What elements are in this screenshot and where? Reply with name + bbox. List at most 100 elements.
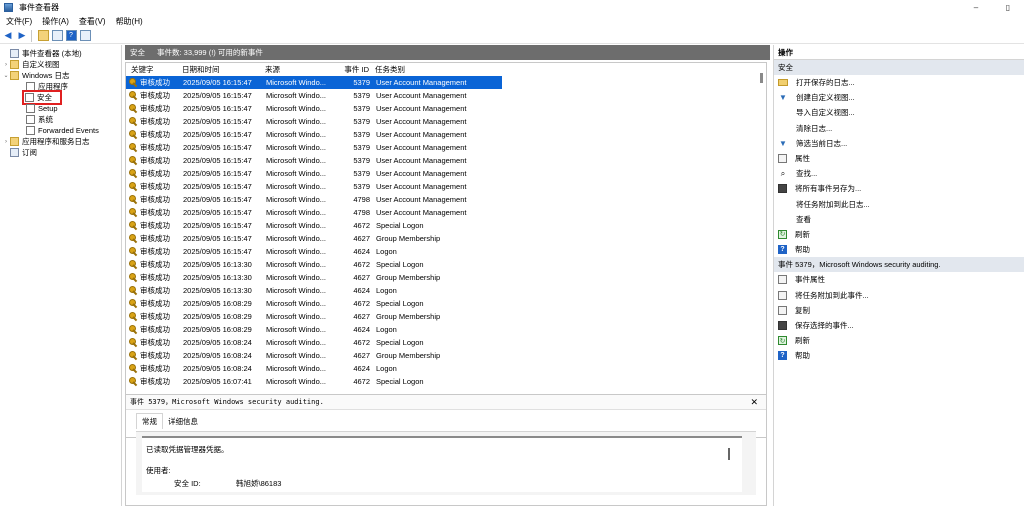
action-item[interactable]: 导入自定义视图... [774, 105, 1024, 120]
menu-view[interactable]: 查看(V) [75, 16, 110, 27]
table-row[interactable]: 审核成功 2025/09/05 16:15:47 Microsoft Windo..… [126, 206, 766, 219]
help-toolbar-icon[interactable]: ? [65, 30, 77, 42]
forward-arrow-icon[interactable]: ▶ [16, 30, 28, 42]
action-item[interactable]: ↻ 刷新 [774, 333, 1024, 348]
event-detail-pane: 事件 5379，Microsoft Windows security audit… [125, 394, 767, 506]
tree-item-subscriptions[interactable]: 订阅 [0, 147, 121, 158]
tree-item-app-service-logs[interactable]: › 应用程序和服务日志 [0, 136, 121, 147]
actions-section-security[interactable]: 安全 [774, 60, 1024, 75]
scrollbar-thumb[interactable] [760, 73, 763, 83]
show-hide-tree-icon[interactable] [51, 30, 63, 42]
table-row[interactable]: 审核成功 2025/09/05 16:08:24 Microsoft Windo..… [126, 362, 766, 375]
action-item[interactable]: ? 帮助 [774, 348, 1024, 363]
table-row[interactable]: 审核成功 2025/09/05 16:15:47 Microsoft Windo..… [126, 141, 766, 154]
event-list-header: 关键字 日期和时间 来源 事件 ID 任务类别 [126, 63, 766, 76]
event-list-scrollbar[interactable] [756, 63, 766, 437]
tree-item-label: 事件查看器 (本地) [22, 49, 82, 58]
cell-task: User Account Management [376, 130, 467, 139]
close-icon[interactable]: ✕ [750, 397, 758, 408]
table-row[interactable]: 审核成功 2025/09/05 16:13:30 Microsoft Windo..… [126, 284, 766, 297]
table-row[interactable]: 审核成功 2025/09/05 16:13:30 Microsoft Windo..… [126, 271, 766, 284]
column-header-keyword[interactable]: 关键字 [126, 64, 182, 75]
action-item[interactable]: 复制 [774, 303, 1024, 318]
action-label: 事件属性 [795, 275, 825, 285]
back-arrow-icon[interactable]: ◀ [2, 30, 14, 42]
cell-datetime: 2025/09/05 16:13:30 [183, 260, 252, 269]
menu-action[interactable]: 操作(A) [38, 16, 73, 27]
table-row[interactable]: 审核成功 2025/09/05 16:08:24 Microsoft Windo..… [126, 349, 766, 362]
table-row[interactable]: 审核成功 2025/09/05 16:15:47 Microsoft Windo..… [126, 167, 766, 180]
expand-chevron-icon[interactable]: › [2, 62, 10, 68]
folder-icon [10, 137, 19, 146]
cell-keyword: 审核成功 [140, 299, 170, 308]
tree-item-custom-views[interactable]: › 自定义视图 [0, 59, 121, 70]
table-row[interactable]: 审核成功 2025/09/05 16:15:47 Microsoft Windo..… [126, 154, 766, 167]
table-row[interactable]: 审核成功 2025/09/05 16:15:47 Microsoft Windo..… [126, 76, 766, 89]
table-row[interactable]: 审核成功 2025/09/05 16:07:41 Microsoft Windo..… [126, 375, 766, 388]
event-message-box[interactable]: 已读取凭据管理器凭据。 使用者: 安全 ID: 韩旭娇\86183 [142, 436, 742, 492]
cell-task: User Account Management [376, 195, 467, 204]
action-item[interactable]: ▼ 筛选当前日志... [774, 136, 1024, 151]
tree-item-security[interactable]: 安全 [0, 90, 121, 105]
cell-source: Microsoft Windo... [266, 182, 327, 191]
table-row[interactable]: 审核成功 2025/09/05 16:08:29 Microsoft Windo..… [126, 323, 766, 336]
cell-event-id: 5379 [353, 78, 370, 87]
action-item[interactable]: ▼ 创建自定义视图... [774, 90, 1024, 105]
find-icon: ⌕ [780, 168, 786, 178]
menu-help[interactable]: 帮助(H) [112, 16, 147, 27]
cell-task: User Account Management [376, 117, 467, 126]
table-row[interactable]: 审核成功 2025/09/05 16:15:47 Microsoft Windo..… [126, 115, 766, 128]
table-row[interactable]: 审核成功 2025/09/05 16:15:47 Microsoft Windo..… [126, 232, 766, 245]
action-item[interactable]: ⌕ 查找... [774, 166, 1024, 181]
up-folder-icon[interactable] [37, 30, 49, 42]
action-item[interactable]: 将任务附加到此日志... [774, 197, 1024, 212]
table-row[interactable]: 审核成功 2025/09/05 16:08:29 Microsoft Windo..… [126, 297, 766, 310]
show-hide-action-pane-icon[interactable] [79, 30, 91, 42]
table-row[interactable]: 审核成功 2025/09/05 16:15:47 Microsoft Windo..… [126, 89, 766, 102]
action-item[interactable]: 打开保存的日志... [774, 75, 1024, 90]
action-item[interactable]: 事件属性 [774, 272, 1024, 287]
action-item[interactable]: 查看 [774, 212, 1024, 227]
action-item[interactable]: 将任务附加到此事件... [774, 287, 1024, 302]
cell-source: Microsoft Windo... [266, 78, 327, 87]
column-header-event-id[interactable]: 事件 ID [341, 64, 371, 75]
menu-file[interactable]: 文件(F) [2, 16, 36, 27]
maximize-button[interactable]: ▯ [992, 0, 1024, 14]
action-item[interactable]: ? 帮助 [774, 242, 1024, 257]
action-item[interactable]: 将所有事件另存为... [774, 181, 1024, 196]
tree-item-system[interactable]: 系统 [0, 114, 121, 125]
table-row[interactable]: 审核成功 2025/09/05 16:15:47 Microsoft Windo..… [126, 180, 766, 193]
filter-icon: ▼ [779, 93, 787, 103]
tab-general[interactable]: 常规 [136, 413, 163, 429]
minimize-button[interactable]: – [960, 0, 992, 14]
cell-task: Group Membership [376, 273, 441, 282]
tree-item-forwarded-events[interactable]: Forwarded Events [0, 125, 121, 136]
table-row[interactable]: 审核成功 2025/09/05 16:15:47 Microsoft Windo..… [126, 128, 766, 141]
expand-chevron-icon[interactable]: › [2, 139, 10, 145]
cell-source: Microsoft Windo... [266, 351, 327, 360]
column-header-datetime[interactable]: 日期和时间 [182, 64, 265, 75]
table-row[interactable]: 审核成功 2025/09/05 16:15:47 Microsoft Windo..… [126, 219, 766, 232]
message-scrollbar-thumb[interactable] [728, 448, 730, 460]
column-header-task[interactable]: 任务类别 [371, 64, 501, 75]
tab-details[interactable]: 详细信息 [163, 414, 203, 429]
key-icon [129, 182, 138, 191]
tree-item-root[interactable]: 事件查看器 (本地) [0, 48, 121, 59]
action-item[interactable]: 属性 [774, 151, 1024, 166]
table-row[interactable]: 审核成功 2025/09/05 16:08:29 Microsoft Windo..… [126, 310, 766, 323]
actions-section-event[interactable]: 事件 5379，Microsoft Windows security audit… [774, 257, 1024, 273]
table-row[interactable]: 审核成功 2025/09/05 16:15:47 Microsoft Windo..… [126, 245, 766, 258]
table-row[interactable]: 审核成功 2025/09/05 16:13:30 Microsoft Windo..… [126, 258, 766, 271]
column-header-source[interactable]: 来源 [265, 64, 341, 75]
table-row[interactable]: 审核成功 2025/09/05 16:15:47 Microsoft Windo..… [126, 102, 766, 115]
action-item[interactable]: 清除日志... [774, 121, 1024, 136]
collapse-chevron-icon[interactable]: ⌄ [2, 72, 10, 79]
table-row[interactable]: 审核成功 2025/09/05 16:08:24 Microsoft Windo..… [126, 336, 766, 349]
action-item[interactable]: 保存选择的事件... [774, 318, 1024, 333]
cell-event-id: 4624 [353, 286, 370, 295]
action-item[interactable]: ↻ 刷新 [774, 227, 1024, 242]
tree-item-windows-logs[interactable]: ⌄ Windows 日志 [0, 70, 121, 81]
table-row[interactable]: 审核成功 2025/09/05 16:15:47 Microsoft Windo..… [126, 193, 766, 206]
event-detail-title: 事件 5379，Microsoft Windows security audit… [130, 398, 324, 406]
cell-task: User Account Management [376, 169, 467, 178]
